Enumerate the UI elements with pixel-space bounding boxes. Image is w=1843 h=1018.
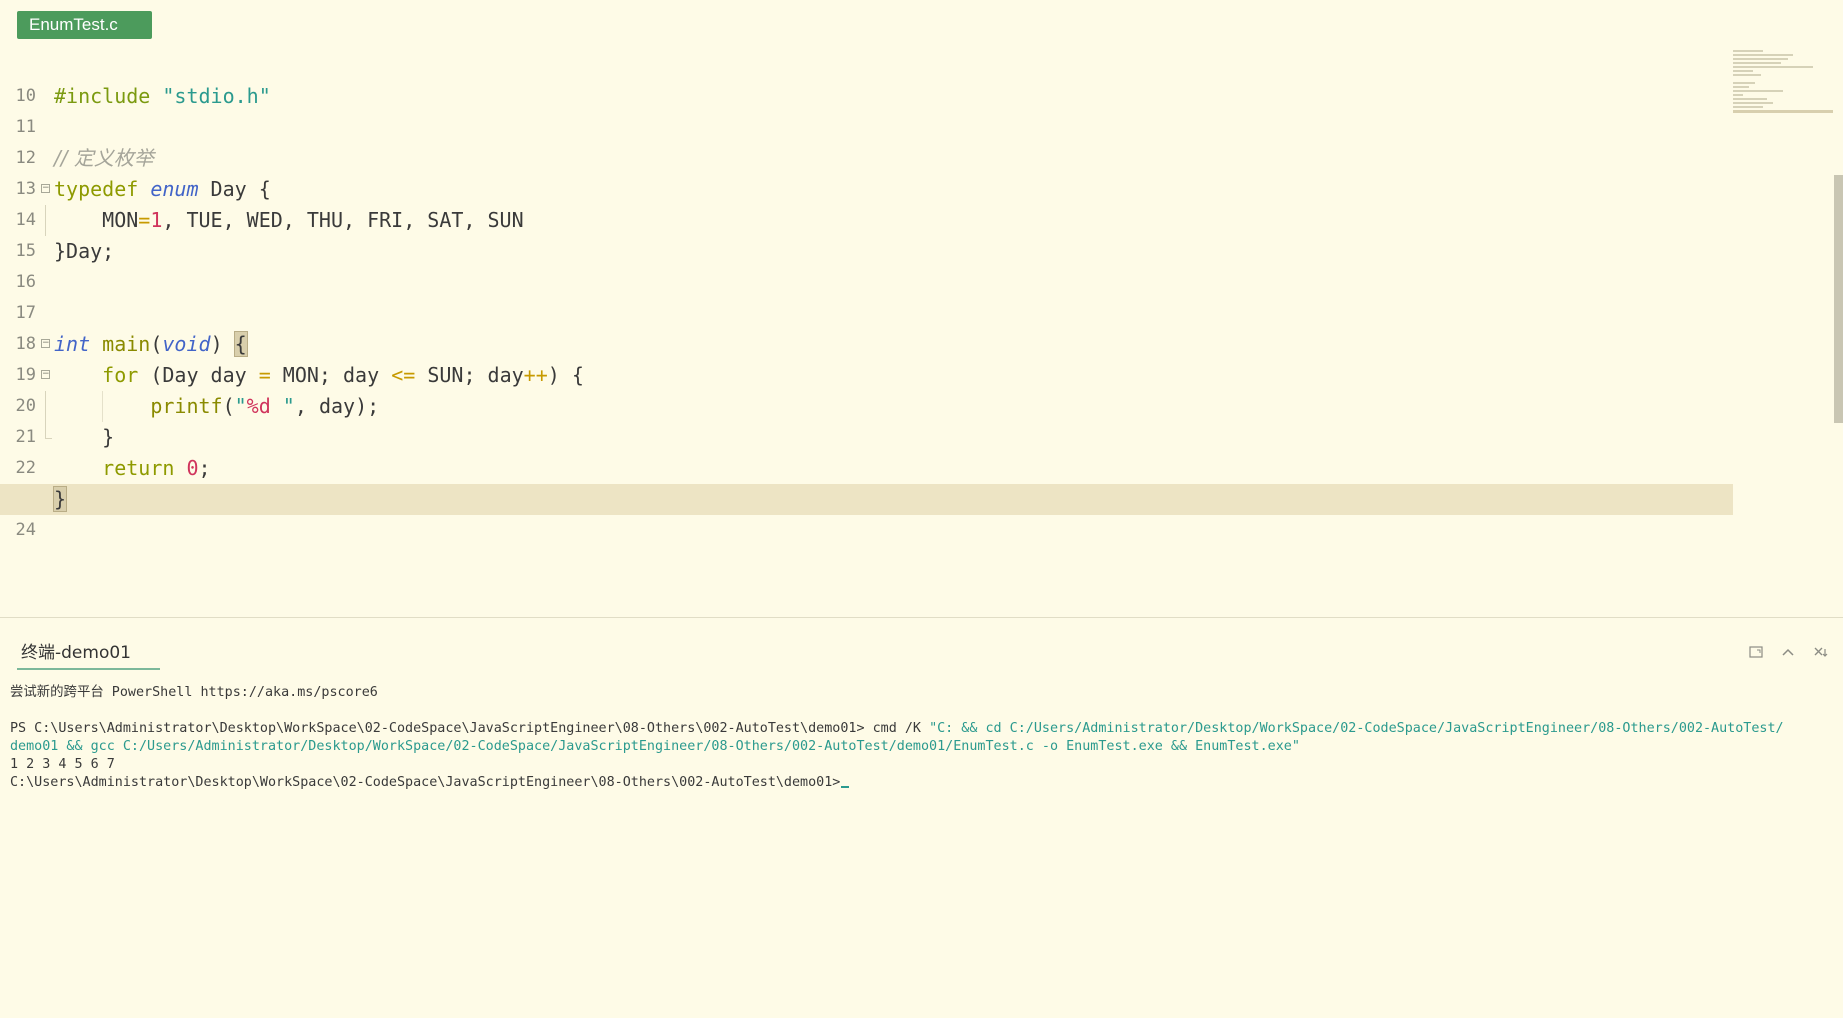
terminal-program-output: 1 2 3 4 5 6 7 <box>10 757 115 772</box>
code-line[interactable]: 23 return 0; <box>0 453 1733 509</box>
file-tab-enumtest[interactable]: EnumTest.c <box>17 11 152 39</box>
code-line[interactable]: 18 <box>0 298 1733 354</box>
code-text: typedef enum Day { <box>54 177 271 201</box>
fold-toggle-icon[interactable]: − <box>41 184 50 193</box>
code-text: for (Day day = MON; day <= SUN; day++) { <box>102 363 584 387</box>
chevron-up-icon[interactable] <box>1779 644 1797 662</box>
terminal-command-args: "C: && cd C:/Users/Administrator/Desktop… <box>929 721 1784 736</box>
fold-guide <box>45 391 46 422</box>
code-comment: // 定义枚举 <box>54 146 154 170</box>
code-text: } <box>54 425 115 449</box>
minimap[interactable] <box>1733 50 1837 125</box>
code-line[interactable]: 12 <box>0 112 1733 168</box>
code-text: int main(void) { <box>54 331 248 357</box>
editor-scrollbar[interactable] <box>1834 175 1843 423</box>
terminal-prompt: C:\Users\Administrator\Desktop\WorkSpace… <box>10 775 841 790</box>
close-panel-icon[interactable] <box>1811 644 1829 662</box>
code-line-current[interactable]: 24 } <box>0 484 1733 540</box>
code-line[interactable]: 16 }Day; <box>0 236 1733 292</box>
code-text: } <box>52 486 68 512</box>
code-line[interactable]: 20 − for (Day day = MON; day <= SUN; day… <box>0 360 1733 416</box>
fold-guide <box>45 422 52 439</box>
code-text: }Day; <box>54 239 115 263</box>
fold-toggle-icon[interactable]: − <box>41 370 50 379</box>
terminal-command-line: PS C:\Users\Administrator\Desktop\WorkSp… <box>10 720 1835 738</box>
terminal-toolbar <box>1747 644 1829 662</box>
code-text: printf("%d ", day); <box>150 394 380 418</box>
fold-toggle-icon[interactable]: − <box>41 339 50 348</box>
code-line[interactable]: 14 − typedef enum Day { <box>0 174 1733 230</box>
terminal-prompt-line[interactable]: C:\Users\Administrator\Desktop\WorkSpace… <box>10 774 1835 792</box>
terminal-output[interactable]: 尝试新的跨平台 PowerShell https://aka.ms/pscore… <box>10 684 1835 792</box>
code-text: MON=1, TUE, WED, THU, FRI, SAT, SUN <box>54 208 524 232</box>
code-area[interactable]: 10 11 #include "stdio.h" 12 13 // 定义枚举 1… <box>0 50 1733 540</box>
maximize-icon[interactable] <box>1747 644 1765 662</box>
terminal-command: cmd /K <box>872 721 930 736</box>
line-number: 24 <box>15 520 36 540</box>
terminal-tab[interactable]: 终端-demo01 <box>17 640 160 670</box>
fold-guide <box>45 205 46 236</box>
code-line[interactable]: 15 MON=1, TUE, WED, THU, FRI, SAT, SUN <box>0 205 1733 261</box>
terminal-command-continuation: demo01 && gcc C:/Users/Administrator/Des… <box>10 739 1300 754</box>
code-line[interactable]: 21 printf("%d ", day); <box>0 391 1733 447</box>
code-line[interactable]: 10 <box>0 50 1733 106</box>
terminal-cursor <box>841 786 850 788</box>
terminal-panel[interactable]: 终端-demo01 尝试新的跨平台 PowerShell https://aka… <box>0 618 1843 1018</box>
terminal-prompt: PS C:\Users\Administrator\Desktop\WorkSp… <box>10 721 873 736</box>
terminal-hint: 尝试新的跨平台 PowerShell https://aka.ms/pscore… <box>10 685 378 700</box>
code-line[interactable]: 22 } <box>0 422 1733 478</box>
code-line[interactable]: 19 − int main(void) { <box>0 329 1733 385</box>
code-line[interactable]: 17 <box>0 267 1733 323</box>
code-line[interactable]: 13 // 定义枚举 <box>0 143 1733 199</box>
code-text: return 0; <box>102 456 211 480</box>
code-editor[interactable]: EnumTest.c 10 11 #include "stdio.h" 12 1… <box>0 0 1843 617</box>
code-line[interactable]: 11 #include "stdio.h" <box>0 81 1733 137</box>
code-text: #include "stdio.h" <box>54 84 271 108</box>
